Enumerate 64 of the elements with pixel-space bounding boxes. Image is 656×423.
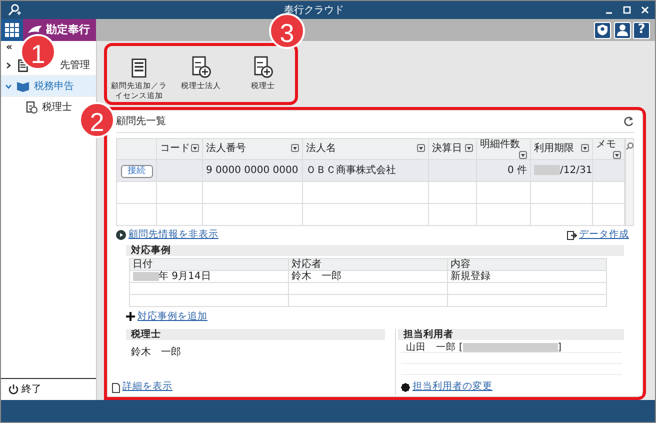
accountant-name: 鈴木 一郎: [131, 346, 181, 360]
column-header[interactable]: 決算日: [428, 138, 476, 159]
gear-icon: [400, 383, 410, 392]
column-header: 対応者: [288, 258, 448, 271]
section-header: 担当利用者: [398, 328, 624, 340]
exit-button[interactable]: 終了: [8, 382, 42, 397]
table-cell-text: 9 0000 0000 0000: [206, 164, 298, 176]
collapse-toggle[interactable]: «: [1, 41, 12, 55]
shield-button[interactable]: [594, 22, 611, 38]
column-header[interactable]: メモ: [592, 138, 624, 159]
help-button[interactable]: ?: [633, 22, 650, 38]
bracket-text: ]: [558, 342, 562, 353]
table-row[interactable]: 接続 9 0000 0000 0000 ＯＢＣ商事株式会社 0 件 /12/31: [116, 159, 624, 181]
sidebar-item[interactable]: 税務申告: [1, 76, 96, 97]
power-icon: [8, 384, 19, 395]
refresh-button[interactable]: [623, 116, 634, 127]
table-cell-text: 0 件: [507, 164, 527, 176]
panel-title: 顧問先一覧: [116, 114, 166, 129]
column-header[interactable]: 利用期限: [530, 138, 592, 159]
scrollbar[interactable]: [625, 138, 634, 226]
filter-icon[interactable]: [613, 150, 621, 158]
filter-icon[interactable]: [519, 150, 527, 158]
column-header[interactable]: 法人番号: [202, 138, 302, 159]
user-icon: [616, 24, 628, 36]
export-icon: [566, 230, 576, 240]
book-icon: [16, 79, 30, 93]
column-header[interactable]: 法人名: [302, 138, 428, 159]
table-cell-text: 新規登録: [450, 271, 491, 282]
column-header: 日付: [129, 258, 288, 271]
filter-icon[interactable]: [417, 144, 425, 152]
user-name: 山田 一郎 [: [406, 342, 463, 353]
document-icon: [112, 382, 120, 392]
column-header[interactable]: 明細件数: [476, 138, 530, 159]
column-header[interactable]: コード: [156, 138, 202, 159]
change-user-link[interactable]: 担当利用者の変更: [400, 380, 492, 395]
export-link[interactable]: データ作成: [566, 228, 629, 242]
bird-icon: [27, 24, 43, 36]
document-plus-icon: [252, 56, 274, 78]
document-icon: [25, 101, 38, 114]
user-button[interactable]: [614, 22, 630, 38]
table-cell-text: /12/31: [560, 164, 592, 176]
table-cell-text: 年 9月14日: [158, 271, 211, 282]
refresh-icon: [623, 116, 634, 127]
filter-icon[interactable]: [191, 144, 199, 152]
sidebar-item[interactable]: 税理士: [1, 97, 76, 118]
search-icon[interactable]: [7, 4, 23, 16]
plus-icon: [126, 312, 135, 322]
zoom-icon: [626, 142, 634, 150]
section-header: 税理士: [126, 328, 385, 340]
maximize-icon[interactable]: [623, 6, 631, 14]
table-cell-text: ＯＢＣ商事株式会社: [306, 164, 396, 176]
filter-icon[interactable]: [465, 144, 473, 152]
play-circle-icon: [116, 230, 126, 240]
app-menu-button[interactable]: [1, 19, 23, 41]
document-plus-icon: [190, 56, 212, 78]
grid-icon: [5, 23, 19, 37]
filter-icon[interactable]: [291, 144, 299, 152]
shield-icon: [597, 24, 608, 36]
connect-button[interactable]: 接続: [120, 164, 152, 178]
column-header: 内容: [447, 258, 606, 271]
section-header: 対応事例: [126, 244, 624, 256]
close-icon[interactable]: [641, 6, 649, 14]
filter-icon[interactable]: [581, 144, 589, 152]
table-cell-text: 鈴木 一郎: [292, 271, 342, 282]
